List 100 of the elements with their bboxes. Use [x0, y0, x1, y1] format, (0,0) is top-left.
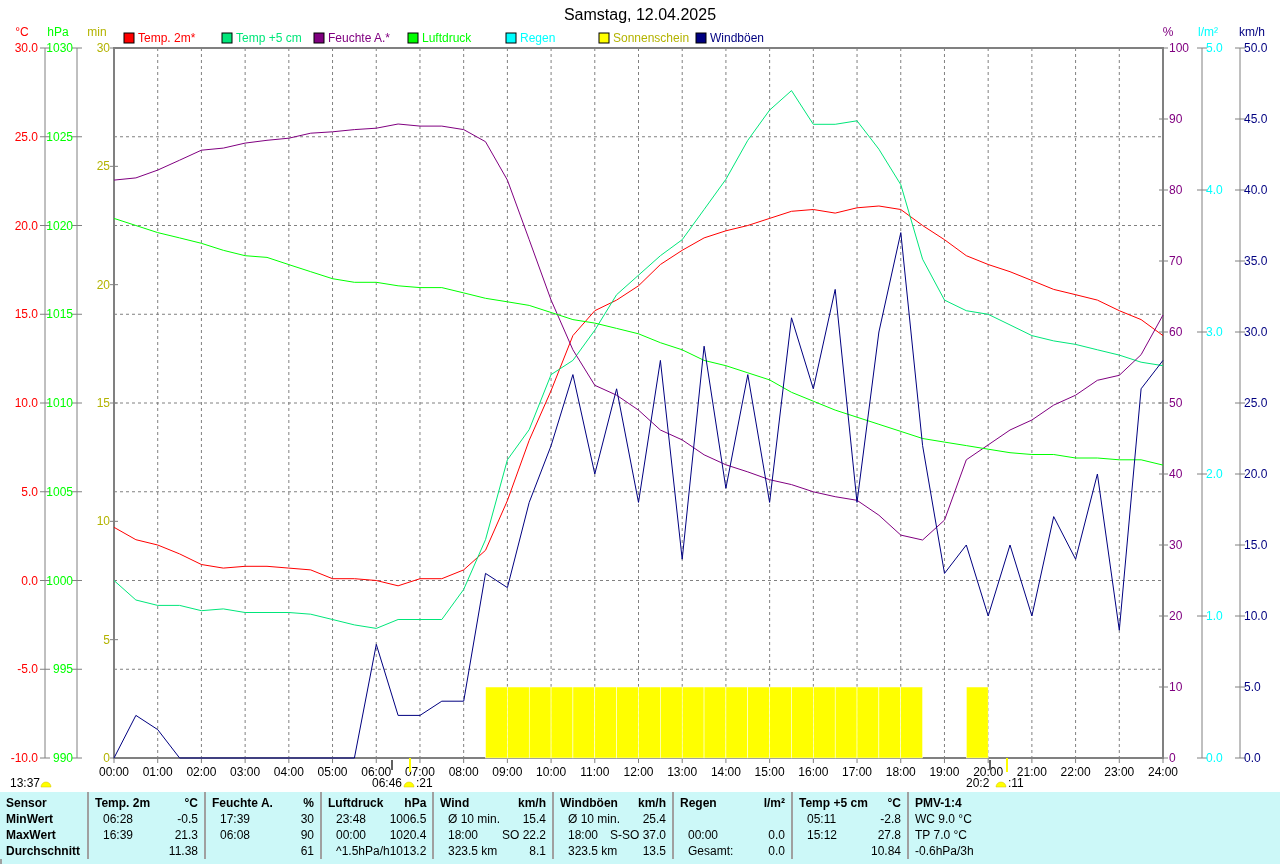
axis-label: 5.0	[21, 484, 38, 499]
axis-label: 24:00	[1148, 765, 1178, 779]
axis-label: 12:00	[623, 765, 654, 779]
time-label: 13:37	[10, 776, 41, 790]
axis-label: 16:00	[798, 765, 829, 779]
table-cell-text: 23:48	[335, 812, 367, 826]
axis-label: 60	[1169, 325, 1183, 339]
table-cell-text: 323.5 km	[447, 844, 498, 858]
axis-label: 35.0	[1244, 254, 1268, 268]
column-header: Regen	[680, 796, 717, 810]
table-cell: -0.5	[177, 812, 198, 826]
axis-label: 30	[1169, 538, 1183, 552]
legend-label: Windböen	[710, 31, 765, 45]
axis-label: 1020	[46, 218, 73, 233]
axis-label: 17:00	[842, 765, 873, 779]
axis-label: 25.0	[14, 129, 38, 144]
axis-label: 50.0	[1244, 41, 1268, 55]
axis-label: 90	[1169, 112, 1183, 126]
axis-label: 04:00	[273, 765, 304, 779]
table-cell-text: Ø 10 min.	[447, 812, 501, 826]
column-header: Temp. 2m	[95, 796, 151, 810]
axis-label: 15.0	[1244, 538, 1268, 552]
table-cell: WC 9.0 °C	[915, 812, 972, 826]
table-cell-text: 00:00	[335, 828, 367, 842]
axis-label: 5.0	[1244, 680, 1261, 694]
table-cell-text: 15:12	[806, 828, 838, 842]
axis-unit: °C	[15, 25, 29, 39]
table-cell: 0.0	[768, 844, 785, 858]
column-header: Feuchte A.	[212, 796, 273, 810]
unit-label: °C	[887, 796, 901, 810]
table-cell: 1020.4	[389, 828, 427, 842]
column-header: Temp +5 cm	[799, 796, 868, 810]
legend-label: Temp +5 cm	[236, 31, 302, 45]
unit-label: %	[303, 796, 314, 810]
table-cell: 21.3	[174, 828, 198, 842]
axis-label: -5.0	[17, 662, 38, 677]
table-cell: 61	[300, 844, 314, 858]
unit-label: km/h	[638, 796, 666, 810]
axis-label: 995	[52, 662, 73, 677]
axis-label: 30.0	[14, 41, 38, 55]
axis-label: 20.0	[14, 218, 38, 233]
axis-label: 23:00	[1104, 765, 1135, 779]
axis-label: 0.0	[1206, 751, 1223, 765]
axis-label: 05:00	[317, 765, 348, 779]
legend-label: Regen	[520, 31, 556, 45]
table-cell: 1006.5	[389, 812, 427, 826]
axis-label: 20.0	[1244, 467, 1268, 481]
axis-label: 20:00	[973, 765, 1004, 779]
axis-label: 18:00	[885, 765, 916, 779]
axis-unit: km/h	[1239, 25, 1265, 39]
axis-unit: hPa	[47, 25, 69, 39]
axis-label: 30	[96, 41, 110, 55]
table-cell: 11.38	[168, 844, 198, 858]
table-cell-text: 323.5 km	[567, 844, 618, 858]
axis-label: 1025	[46, 129, 73, 144]
axis-label: 1030	[46, 41, 73, 55]
axis-label: 40.0	[1244, 183, 1268, 197]
row-header: Durchschnitt	[6, 844, 80, 858]
sun-icon	[40, 781, 52, 788]
axis-label: 15.0	[14, 307, 38, 322]
table-cell-text: 00:00	[687, 828, 719, 842]
table-cell: 15.4	[522, 812, 546, 826]
column-header: PMV-1:4	[915, 796, 962, 810]
time-label: 06:46	[372, 776, 403, 790]
unit-label: hPa	[404, 796, 427, 810]
axis-label: 14:00	[710, 765, 741, 779]
axis-label: 03:00	[230, 765, 261, 779]
table-cell-text: 16:39	[102, 828, 134, 842]
axis-label: 80	[1169, 183, 1183, 197]
axis-label: 2.0	[1206, 467, 1223, 481]
axis-label: 11:00	[580, 765, 610, 779]
axis-label: 70	[1169, 254, 1183, 268]
axis-label: 13:00	[667, 765, 698, 779]
time-label: :21	[416, 776, 433, 790]
legend-label: Sonnenschein	[613, 31, 690, 45]
axis-label: 09:00	[492, 765, 523, 779]
axis-label: 50	[1169, 396, 1183, 410]
table-cell-text: 18:00	[447, 828, 479, 842]
axis-label: 08:00	[448, 765, 479, 779]
table-cell: -0.6hPa/3h	[915, 844, 974, 858]
unit-label: l/m²	[763, 796, 785, 810]
axis-label: 0.0	[21, 573, 38, 588]
axis-label: 20	[1169, 609, 1183, 623]
table-cell: 8.1	[529, 844, 546, 858]
axis-label: -10.0	[10, 751, 38, 765]
axis-label: 15:00	[754, 765, 785, 779]
axis-label: 19:00	[929, 765, 960, 779]
axis-unit: min	[87, 25, 107, 39]
row-header: MinWert	[6, 812, 54, 826]
axis-label: 0	[1169, 751, 1176, 765]
axis-label: 10	[1169, 680, 1183, 694]
axis-label: 25.0	[1244, 396, 1268, 410]
table-cell: 0.0	[768, 828, 785, 842]
axis-label: 1015	[46, 307, 73, 322]
axis-label: 0	[103, 751, 110, 765]
axis-label: 5	[103, 632, 110, 647]
time-label: 20:2	[966, 776, 990, 790]
table-cell: -2.8	[880, 812, 901, 826]
table-cell: 27.8	[877, 828, 901, 842]
axis-label: 3.0	[1206, 325, 1223, 339]
